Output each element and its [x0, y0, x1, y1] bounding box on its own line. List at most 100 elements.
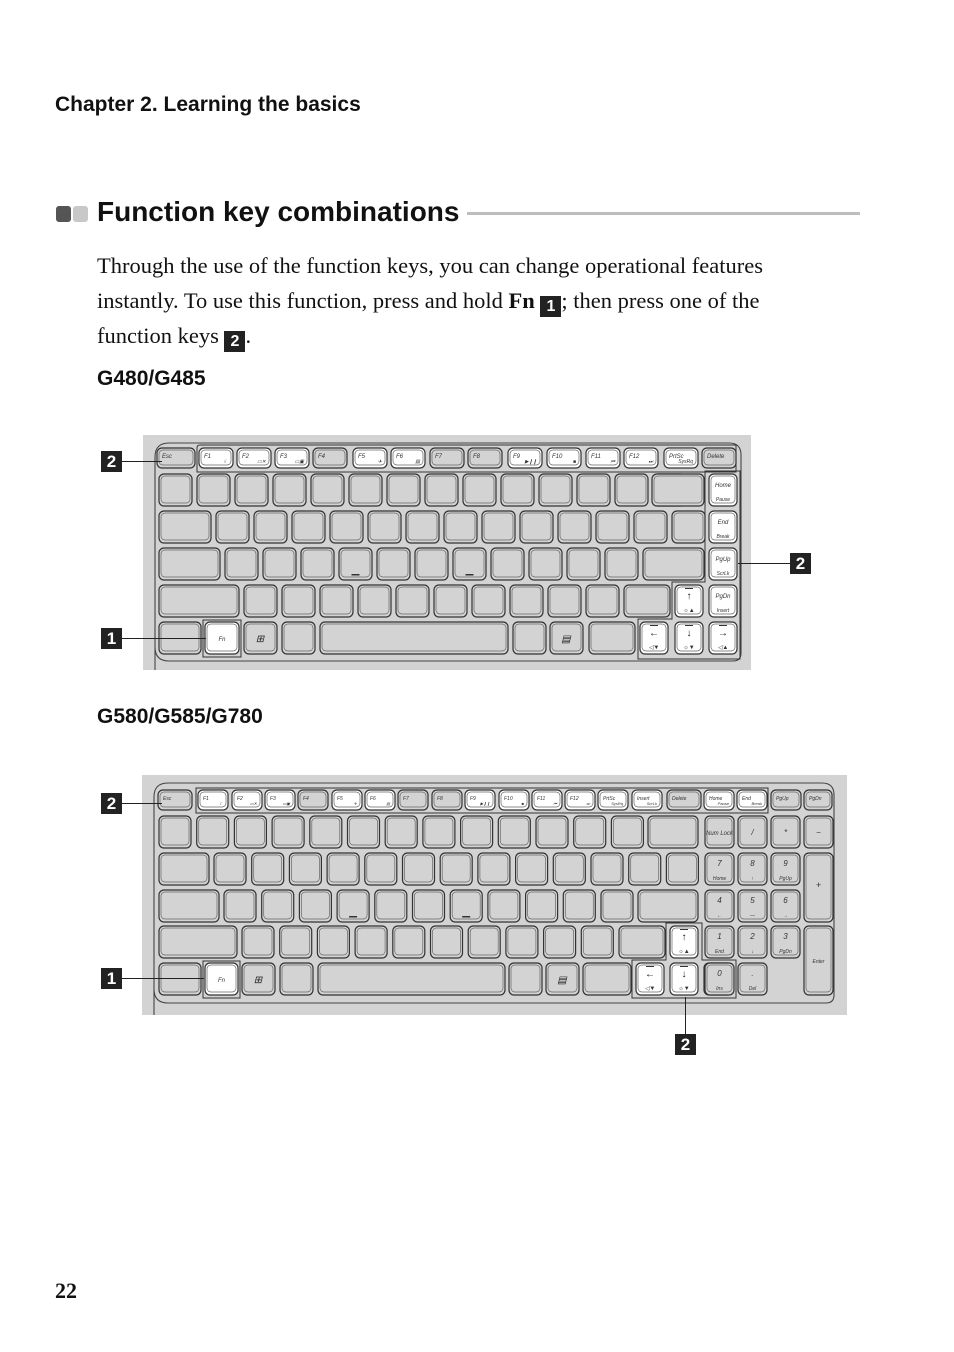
key-sublabel: ▭✕ — [250, 801, 258, 806]
key — [595, 510, 630, 544]
key-sublabel: Break — [752, 801, 763, 806]
key-label: Num Lock — [706, 831, 734, 837]
key-f11: F11⏮ — [585, 447, 621, 469]
key-f7: F7 — [429, 447, 465, 469]
key — [671, 510, 706, 544]
caps-lock-key — [158, 889, 220, 923]
key — [490, 547, 525, 581]
chapter-heading: Chapter 2. Learning the basics — [55, 93, 361, 116]
leader-line — [122, 978, 204, 979]
key — [310, 473, 345, 507]
key-sublabel: Pause — [716, 497, 730, 503]
key — [424, 473, 459, 507]
key-sublabel: ☾ — [224, 459, 228, 465]
key-sublabel: ☾ — [219, 801, 223, 806]
numpad-plus-key: + — [803, 852, 834, 923]
key-sublabel: ■ — [573, 459, 576, 465]
key — [471, 584, 506, 618]
numpad-enter-key: Enter — [803, 925, 834, 996]
arrow-key-down-arrow: ↓ ☼▼ — [674, 621, 704, 655]
key — [610, 815, 644, 849]
key — [346, 815, 381, 849]
key-pgdn: PgDn Insert — [708, 584, 738, 618]
callout-badge-1: 1 — [540, 296, 562, 317]
key — [628, 852, 662, 886]
key-label: 3 — [783, 932, 788, 941]
key — [422, 815, 456, 849]
key-f1: F1 ☾ — [197, 789, 229, 811]
key — [500, 473, 535, 507]
key-end: EndBreak — [736, 789, 768, 811]
key — [279, 925, 313, 959]
key — [604, 547, 639, 581]
key — [590, 852, 624, 886]
arrow-key-up-arrow: ↑ ☼▲ — [674, 584, 704, 618]
right-arrow-icon: → — [718, 628, 728, 639]
leader-line — [738, 563, 790, 564]
callout-1-fn-key: 1 — [101, 628, 122, 649]
key — [505, 925, 539, 959]
key — [223, 889, 257, 923]
key — [543, 925, 577, 959]
tab-key — [158, 852, 210, 886]
alt-gr-key — [508, 962, 543, 996]
key — [384, 815, 418, 849]
key-label: PgUp — [776, 796, 789, 802]
bullet-dark-icon — [56, 206, 71, 222]
fn-key-name: Fn — [508, 288, 535, 313]
numpad-key: . Del — [737, 962, 768, 996]
key — [614, 473, 649, 507]
key-label: F4 — [318, 454, 326, 460]
numpad-key: / — [737, 815, 768, 849]
key-label: F1 — [204, 454, 211, 460]
key-sublabel: Del — [749, 986, 757, 992]
key-label: F7 — [403, 796, 409, 802]
numpad-key: 5— — [737, 889, 768, 923]
callout-1-fn-key: 1 — [101, 968, 122, 989]
key-label: 0 — [717, 969, 722, 978]
enter-key — [637, 889, 699, 923]
key — [215, 510, 250, 544]
key-f11: F11⏮ — [531, 789, 563, 811]
key — [357, 584, 392, 618]
key-label: F8 — [473, 454, 481, 460]
numpad-key: 1 End — [704, 925, 735, 959]
key — [509, 584, 544, 618]
key-label: + — [816, 880, 821, 890]
fn-key: Fn — [204, 962, 239, 996]
key-label: − — [816, 828, 821, 837]
key — [251, 852, 285, 886]
brightness-up-icon: ☼▲ — [683, 608, 694, 614]
key — [261, 889, 295, 923]
keyboard-figure-g480: Esc F1 ☾ F2 ▭✕ F3 ▭▣ F4 F5 ✈ F6 ▤ F7 F8 F9 ▶❙❙ F10 ■ F11 ⏮ F… — [143, 435, 751, 670]
key-label: F2 — [242, 454, 250, 460]
key-sublabel: End — [715, 949, 724, 955]
key — [196, 815, 230, 849]
menu-key: ▤ — [545, 962, 580, 996]
key-delete: Delete — [701, 447, 737, 469]
key-label: End — [718, 520, 729, 526]
key-label: End — [742, 796, 751, 802]
numpad-key: 0 Ins — [704, 962, 735, 996]
arrow-key-left-arrow: ← ◁▼ — [635, 962, 665, 996]
key-marker — [685, 588, 693, 589]
volume-down-icon: ◁▼ — [649, 645, 660, 651]
key — [433, 584, 468, 618]
key-sublabel: — — [749, 913, 756, 919]
key-f12: F12⏭ — [564, 789, 596, 811]
brightness-down-icon: ☼▼ — [678, 986, 689, 992]
key — [309, 815, 343, 849]
left-arrow-icon: ← — [649, 628, 659, 639]
key-marker — [646, 966, 654, 967]
section-rule — [467, 212, 860, 215]
alt-key — [281, 621, 316, 655]
ctrl-key — [588, 621, 636, 655]
key — [633, 510, 668, 544]
key-label: Home — [715, 483, 732, 489]
brightness-down-icon: ☼▼ — [683, 645, 694, 651]
section-title: Function key combinations — [97, 196, 460, 227]
numpad-key: 9 PgUp — [770, 852, 801, 886]
backspace-key — [647, 815, 699, 849]
key-end: EndBreak — [708, 510, 738, 544]
callout-2-fn-row: 2 — [101, 793, 122, 814]
